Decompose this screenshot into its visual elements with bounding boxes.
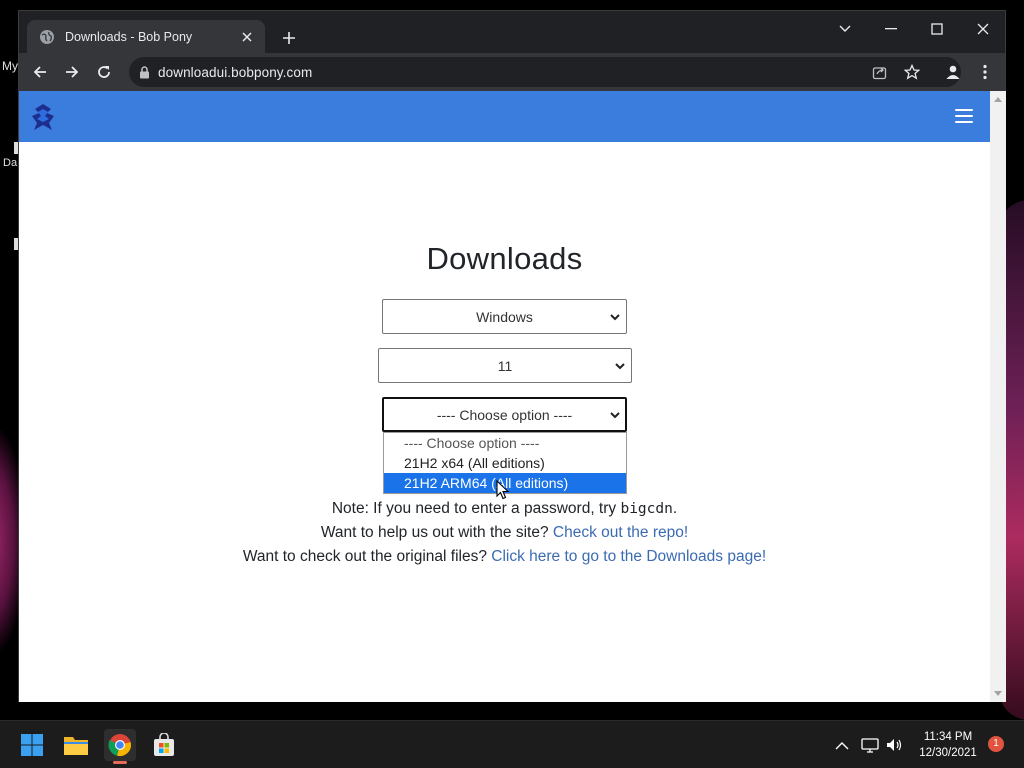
tab-downloads[interactable]: Downloads - Bob Pony [27, 20, 265, 53]
close-window-icon[interactable] [963, 15, 1003, 43]
more-menu-icon[interactable] [973, 60, 997, 84]
password-note-text: Note: If you need to enter a password, t… [331, 500, 621, 517]
active-app-indicator [113, 761, 127, 764]
start-icon[interactable] [16, 729, 48, 761]
password-note-suffix: . [672, 500, 678, 517]
chevron-down-icon [609, 409, 621, 421]
taskbar: 11:34 PM 12/30/2021 1 [0, 720, 1024, 768]
desktop-icon-label-2[interactable]: Da [3, 157, 17, 169]
version-select[interactable]: 11 [378, 348, 632, 383]
tab-strip: Downloads - Bob Pony [19, 11, 1005, 53]
bookmark-star-icon[interactable] [903, 63, 921, 81]
tab-search-icon[interactable] [825, 15, 865, 43]
url-text: downloadui.bobpony.com [158, 64, 313, 80]
original-files-text: Want to check out the original files? [242, 548, 492, 565]
dropdown-option-x64[interactable]: 21H2 x64 (All editions) [384, 453, 626, 473]
profile-icon[interactable] [941, 60, 965, 84]
mouse-cursor-icon [496, 479, 510, 500]
minimize-icon[interactable] [871, 15, 911, 43]
system-clock[interactable]: 11:34 PM 12/30/2021 [906, 729, 990, 761]
chevron-up-icon[interactable] [832, 735, 852, 755]
tab-title: Downloads - Bob Pony [65, 29, 193, 44]
lock-icon[interactable] [139, 65, 150, 79]
file-explorer-icon[interactable] [60, 729, 92, 761]
browser-window: Downloads - Bob Pony downloadui.bobpony.… [18, 10, 1006, 702]
forward-arrow-icon[interactable] [60, 60, 84, 84]
reload-icon[interactable] [92, 60, 116, 84]
password-code: bigcdn [620, 501, 673, 517]
site-navbar [19, 91, 990, 142]
hamburger-menu-icon[interactable] [955, 109, 973, 123]
scroll-up-icon[interactable] [994, 97, 1002, 102]
os-select[interactable]: Windows [382, 299, 627, 334]
original-files-line: Want to check out the original files? Cl… [19, 548, 990, 566]
os-select-value: Windows [476, 308, 533, 325]
chevron-down-icon [609, 311, 621, 323]
dropdown-option-placeholder[interactable]: ---- Choose option ---- [384, 433, 626, 453]
repo-link[interactable]: Check out the repo! [553, 524, 688, 541]
help-text: Want to help us out with the site? [320, 524, 553, 541]
downloads-page-link[interactable]: Click here to go to the Downloads page! [491, 548, 766, 565]
maximize-icon[interactable] [917, 15, 957, 43]
help-line: Want to help us out with the site? Check… [19, 524, 990, 542]
share-icon[interactable] [870, 63, 888, 81]
address-bar[interactable]: downloadui.bobpony.com [129, 57, 961, 87]
network-icon[interactable] [860, 735, 880, 755]
version-select-value: 11 [497, 357, 513, 374]
back-arrow-icon[interactable] [28, 60, 52, 84]
build-select[interactable]: ---- Choose option ---- [382, 397, 627, 432]
chrome-icon[interactable] [104, 729, 136, 764]
store-icon[interactable] [148, 729, 180, 761]
close-tab-icon[interactable] [239, 29, 255, 45]
volume-icon[interactable] [884, 735, 904, 755]
browser-toolbar: downloadui.bobpony.com [19, 53, 1005, 91]
chevron-down-icon [614, 360, 626, 372]
page-title: Downloads [426, 241, 583, 276]
clock-date: 12/30/2021 [919, 747, 977, 759]
notification-badge[interactable]: 1 [988, 736, 1004, 752]
page-viewport: Downloads Windows 11 ---- Choose option … [19, 91, 990, 702]
password-note: Note: If you need to enter a password, t… [19, 500, 990, 518]
clock-time: 11:34 PM [923, 731, 973, 743]
build-select-value: ---- Choose option ---- [436, 406, 573, 423]
scroll-down-icon[interactable] [994, 691, 1002, 696]
globe-icon [39, 29, 55, 45]
site-logo-icon[interactable] [30, 103, 56, 131]
new-tab-icon[interactable] [278, 27, 300, 49]
desktop-icon-label-1[interactable]: My [2, 59, 18, 73]
page-scrollbar[interactable] [990, 91, 1006, 702]
